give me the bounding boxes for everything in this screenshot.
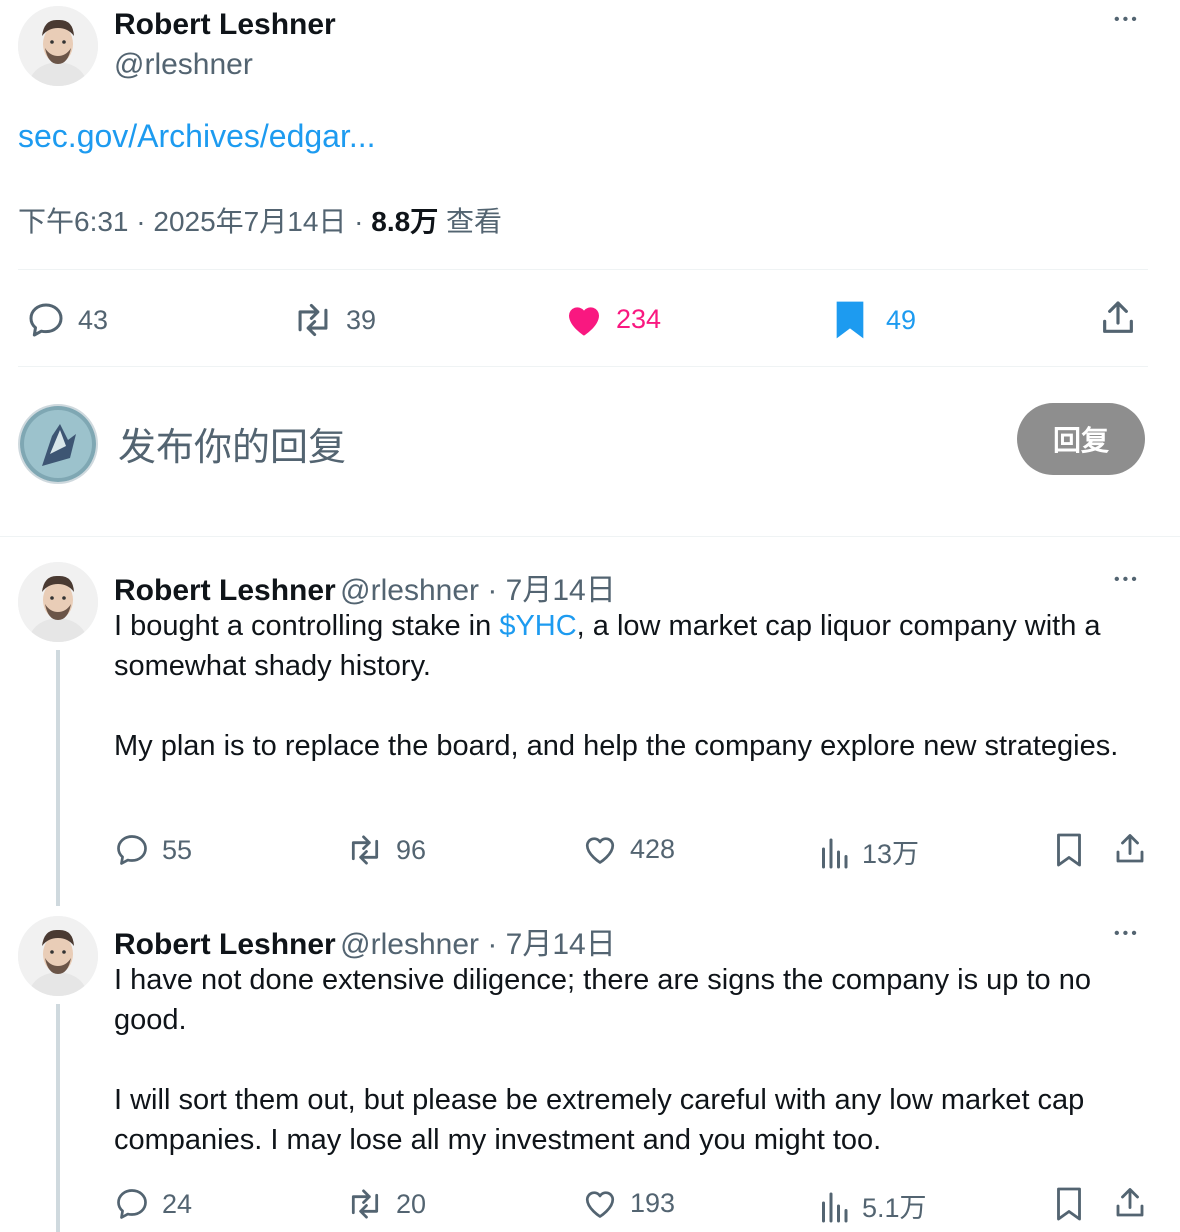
thread-connector-line [56, 1004, 60, 1232]
reply-action[interactable]: 24 [114, 1186, 192, 1222]
divider [0, 536, 1180, 537]
tweet-link[interactable]: sec.gov/Archives/edgar... [18, 118, 376, 155]
reply-date[interactable]: · 7月14日 [479, 928, 615, 961]
reply-input[interactable]: 发布你的回复 [118, 416, 346, 471]
reply-author-avatar[interactable] [18, 562, 98, 642]
reply-author-avatar[interactable] [18, 916, 98, 996]
share-upload-icon [1116, 1188, 1144, 1217]
text-paragraph: I have not done extensive diligence; the… [114, 964, 1091, 1036]
retweet-action[interactable]: 20 [346, 1186, 426, 1222]
reply-action[interactable]: 43 [26, 300, 108, 340]
like-action[interactable]: 193 [582, 1186, 675, 1220]
more-horizontal-icon[interactable]: ••• [1114, 572, 1140, 588]
retweet-count: 20 [396, 1188, 427, 1219]
bookmark-icon [836, 301, 864, 339]
divider [18, 366, 1148, 367]
more-horizontal-icon[interactable]: ••• [1114, 926, 1140, 942]
tweet-time[interactable]: 下午6:31 [18, 206, 129, 237]
view-label: 查看 [438, 206, 503, 237]
meta-separator: · [346, 206, 372, 237]
heart-icon [585, 1191, 615, 1218]
author-avatar[interactable] [18, 6, 98, 86]
bookmark-button[interactable] [1054, 832, 1084, 873]
reply-count: 43 [78, 304, 109, 335]
views-count: 5.1万 [862, 1193, 927, 1223]
bookmark-icon [1057, 833, 1081, 867]
retweet-action[interactable]: 96 [346, 832, 426, 868]
views-action[interactable]: 5.1万 [818, 1186, 927, 1225]
reply-author-name[interactable]: Robert Leshner [114, 928, 336, 961]
bookmark-button[interactable] [1054, 1186, 1084, 1227]
views-count: 13万 [862, 839, 920, 869]
text-paragraph: I will sort them out, but please be extr… [114, 1084, 1085, 1156]
retweet-count: 96 [396, 834, 427, 865]
avatar-portrait-image [18, 6, 98, 86]
text-paragraph: My plan is to replace the board, and hel… [114, 730, 1119, 762]
tweet-meta: 下午6:31 · 2025年7月14日 · 8.8万 查看 [18, 200, 502, 240]
heart-icon [585, 837, 615, 864]
like-action[interactable]: 234 [564, 300, 661, 338]
view-count: 8.8万 [371, 206, 439, 237]
retweet-action[interactable]: 39 [292, 300, 376, 340]
bar-chart-icon [822, 838, 848, 868]
user-avatar[interactable] [18, 404, 98, 484]
reply-author-handle[interactable]: @rleshner [340, 928, 479, 961]
share-upload-icon [1116, 834, 1144, 863]
heart-icon [569, 307, 599, 336]
share-button[interactable] [1112, 1184, 1148, 1227]
speech-bubble-icon [117, 835, 147, 865]
share-button[interactable] [1112, 830, 1148, 873]
reply-author-handle[interactable]: @rleshner [340, 574, 479, 607]
avatar-art-image [20, 406, 96, 482]
bookmark-action[interactable]: 49 [834, 300, 916, 340]
retweet-arrows-icon [298, 303, 328, 337]
speech-bubble-icon [117, 1189, 147, 1219]
author-name[interactable]: Robert Leshner [114, 8, 336, 42]
avatar-portrait-image [18, 916, 98, 996]
speech-bubble-icon [29, 303, 63, 337]
text-segment: I bought a controlling stake in [114, 610, 500, 642]
like-action[interactable]: 428 [582, 832, 675, 866]
meta-separator: · [128, 206, 154, 237]
share-upload-icon [1103, 301, 1133, 333]
more-horizontal-icon[interactable]: ••• [1114, 12, 1140, 28]
reply-action[interactable]: 55 [114, 832, 192, 868]
bookmark-count: 49 [886, 304, 917, 335]
retweet-count: 39 [346, 304, 377, 335]
author-handle[interactable]: @rleshner [114, 48, 253, 82]
reply-header: Robert Leshner @rleshner · 7月14日 [114, 919, 616, 963]
reply-author-name[interactable]: Robert Leshner [114, 574, 336, 607]
reply-count: 24 [162, 1188, 193, 1219]
thread-connector-line [56, 650, 60, 906]
tweet-date[interactable]: 2025年7月14日 [153, 206, 346, 237]
reply-count: 55 [162, 834, 193, 865]
cashtag-link[interactable]: $YHC [499, 610, 576, 642]
retweet-arrows-icon [351, 1189, 379, 1219]
avatar-portrait-image [18, 562, 98, 642]
views-action[interactable]: 13万 [818, 832, 919, 871]
bar-chart-icon [822, 1192, 848, 1222]
retweet-arrows-icon [351, 835, 379, 865]
reply-text: I have not done extensive diligence; the… [114, 960, 1154, 1160]
like-count: 234 [616, 303, 662, 334]
like-count: 428 [630, 833, 676, 864]
reply-date[interactable]: · 7月14日 [479, 574, 615, 607]
reply-button[interactable]: 回复 [1017, 403, 1145, 475]
bookmark-icon [1057, 1187, 1081, 1221]
divider [18, 269, 1148, 270]
share-button[interactable] [1098, 298, 1138, 343]
reply-text: I bought a controlling stake in $YHC, a … [114, 606, 1154, 766]
like-count: 193 [630, 1187, 676, 1218]
reply-header: Robert Leshner @rleshner · 7月14日 [114, 565, 616, 609]
